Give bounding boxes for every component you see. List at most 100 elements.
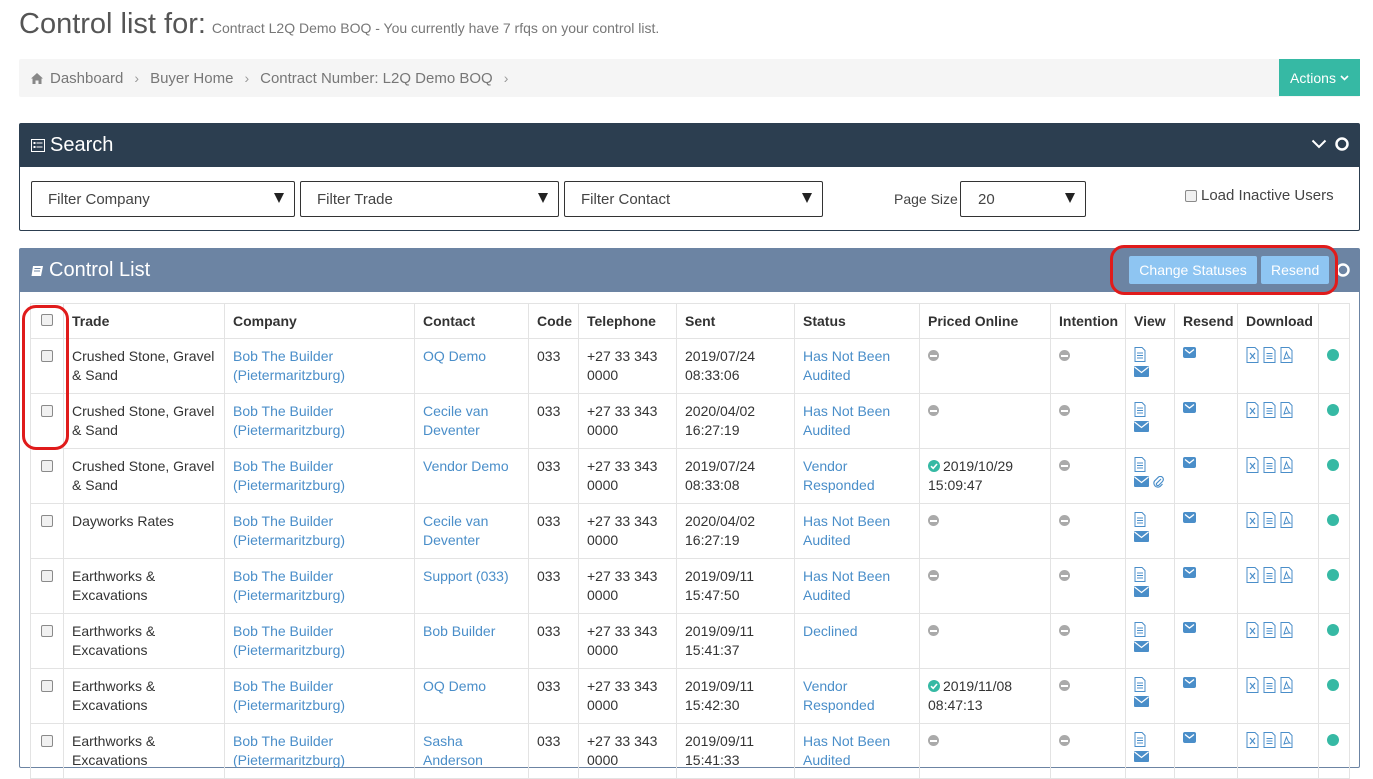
excel-file-icon[interactable] xyxy=(1246,567,1259,583)
document-icon[interactable] xyxy=(1134,622,1146,637)
envelope-icon[interactable] xyxy=(1183,512,1196,523)
envelope-icon[interactable] xyxy=(1183,457,1196,468)
cell-company-link[interactable]: Bob The Builder (Pietermaritzburg) xyxy=(224,393,415,449)
breadcrumb-contract[interactable]: Contract Number: L2Q Demo BOQ xyxy=(260,70,493,87)
text-file-icon[interactable] xyxy=(1263,512,1276,528)
envelope-icon[interactable] xyxy=(1183,732,1196,743)
cell-company-link[interactable]: Bob The Builder (Pietermaritzburg) xyxy=(224,668,415,724)
cell-company-link[interactable]: Bob The Builder (Pietermaritzburg) xyxy=(224,723,415,779)
document-icon[interactable] xyxy=(1134,457,1146,472)
excel-file-icon[interactable] xyxy=(1246,732,1259,748)
column-header-sent[interactable]: Sent xyxy=(676,303,795,339)
life-ring-icon[interactable] xyxy=(1336,263,1350,277)
row-checkbox[interactable] xyxy=(41,735,53,747)
text-file-icon[interactable] xyxy=(1263,402,1276,418)
column-header-priced-online[interactable]: Priced Online xyxy=(919,303,1051,339)
load-inactive-checkbox[interactable] xyxy=(1185,189,1197,202)
page-size-select[interactable]: 20 xyxy=(960,181,1086,217)
filter-contact-select[interactable]: Filter Contact xyxy=(564,181,823,217)
column-header-company[interactable]: Company xyxy=(224,303,415,339)
paperclip-icon[interactable] xyxy=(1153,476,1164,489)
cell-contact-link[interactable]: OQ Demo xyxy=(414,668,529,724)
actions-button[interactable]: Actions xyxy=(1279,59,1360,96)
excel-file-icon[interactable] xyxy=(1246,402,1259,418)
column-header-status[interactable]: Status xyxy=(794,303,920,339)
cell-contact-link[interactable]: Vendor Demo xyxy=(414,448,529,504)
document-icon[interactable] xyxy=(1134,732,1146,747)
row-checkbox[interactable] xyxy=(41,680,53,692)
cell-contact-link[interactable]: Sasha Anderson xyxy=(414,723,529,779)
cell-status-link[interactable]: Has Not Been Audited xyxy=(794,338,920,394)
envelope-icon[interactable] xyxy=(1183,567,1196,578)
envelope-icon[interactable] xyxy=(1134,586,1149,597)
row-checkbox[interactable] xyxy=(41,570,53,582)
cell-contact-link[interactable]: Cecile van Deventer xyxy=(414,393,529,449)
cell-company-link[interactable]: Bob The Builder (Pietermaritzburg) xyxy=(224,338,415,394)
filter-company-select[interactable]: Filter Company xyxy=(31,181,295,217)
envelope-icon[interactable] xyxy=(1134,531,1149,542)
column-header-intention[interactable]: Intention xyxy=(1050,303,1126,339)
text-file-icon[interactable] xyxy=(1263,732,1276,748)
text-file-icon[interactable] xyxy=(1263,457,1276,473)
excel-file-icon[interactable] xyxy=(1246,347,1259,363)
envelope-icon[interactable] xyxy=(1134,641,1149,652)
document-icon[interactable] xyxy=(1134,567,1146,582)
envelope-icon[interactable] xyxy=(1134,696,1149,707)
cell-company-link[interactable]: Bob The Builder (Pietermaritzburg) xyxy=(224,503,415,559)
document-icon[interactable] xyxy=(1134,402,1146,417)
cell-contact-link[interactable]: Cecile van Deventer xyxy=(414,503,529,559)
pdf-file-icon[interactable] xyxy=(1280,567,1293,583)
cell-contact-link[interactable]: Support (033) xyxy=(414,558,529,614)
cell-company-link[interactable]: Bob The Builder (Pietermaritzburg) xyxy=(224,558,415,614)
document-icon[interactable] xyxy=(1134,512,1146,527)
envelope-icon[interactable] xyxy=(1183,347,1196,358)
text-file-icon[interactable] xyxy=(1263,622,1276,638)
pdf-file-icon[interactable] xyxy=(1280,622,1293,638)
document-icon[interactable] xyxy=(1134,347,1146,362)
cell-status-link[interactable]: Declined xyxy=(794,613,920,669)
cell-status-link[interactable]: Has Not Been Audited xyxy=(794,503,920,559)
row-checkbox[interactable] xyxy=(41,460,53,472)
cell-company-link[interactable]: Bob The Builder (Pietermaritzburg) xyxy=(224,448,415,504)
column-header-trade[interactable]: Trade xyxy=(63,303,225,339)
column-header-contact[interactable]: Contact xyxy=(414,303,529,339)
chevron-down-icon[interactable] xyxy=(1311,139,1327,149)
envelope-icon[interactable] xyxy=(1134,476,1149,487)
pdf-file-icon[interactable] xyxy=(1280,402,1293,418)
cell-status-link[interactable]: Has Not Been Audited xyxy=(794,393,920,449)
excel-file-icon[interactable] xyxy=(1246,622,1259,638)
envelope-icon[interactable] xyxy=(1134,421,1149,432)
excel-file-icon[interactable] xyxy=(1246,512,1259,528)
breadcrumb-buyer-home[interactable]: Buyer Home xyxy=(150,70,233,87)
row-checkbox[interactable] xyxy=(41,515,53,527)
pdf-file-icon[interactable] xyxy=(1280,732,1293,748)
envelope-icon[interactable] xyxy=(1183,622,1196,633)
envelope-icon[interactable] xyxy=(1183,402,1196,413)
breadcrumb-dashboard[interactable]: Dashboard xyxy=(31,70,123,87)
text-file-icon[interactable] xyxy=(1263,567,1276,583)
row-checkbox[interactable] xyxy=(41,625,53,637)
pdf-file-icon[interactable] xyxy=(1280,512,1293,528)
envelope-icon[interactable] xyxy=(1134,366,1149,377)
envelope-icon[interactable] xyxy=(1134,751,1149,762)
cell-status-link[interactable]: Has Not Been Audited xyxy=(794,723,920,779)
excel-file-icon[interactable] xyxy=(1246,677,1259,693)
column-header-code[interactable]: Code xyxy=(528,303,579,339)
column-header-telephone[interactable]: Telephone xyxy=(578,303,677,339)
pdf-file-icon[interactable] xyxy=(1280,457,1293,473)
document-icon[interactable] xyxy=(1134,677,1146,692)
cell-contact-link[interactable]: OQ Demo xyxy=(414,338,529,394)
pdf-file-icon[interactable] xyxy=(1280,347,1293,363)
cell-status-link[interactable]: Has Not Been Audited xyxy=(794,558,920,614)
text-file-icon[interactable] xyxy=(1263,677,1276,693)
excel-file-icon[interactable] xyxy=(1246,457,1259,473)
envelope-icon[interactable] xyxy=(1183,677,1196,688)
life-ring-icon[interactable] xyxy=(1335,137,1349,151)
filter-trade-select[interactable]: Filter Trade xyxy=(300,181,559,217)
cell-status-link[interactable]: Vendor Responded xyxy=(794,668,920,724)
pdf-file-icon[interactable] xyxy=(1280,677,1293,693)
text-file-icon[interactable] xyxy=(1263,347,1276,363)
cell-company-link[interactable]: Bob The Builder (Pietermaritzburg) xyxy=(224,613,415,669)
cell-contact-link[interactable]: Bob Builder xyxy=(414,613,529,669)
cell-status-link[interactable]: Vendor Responded xyxy=(794,448,920,504)
